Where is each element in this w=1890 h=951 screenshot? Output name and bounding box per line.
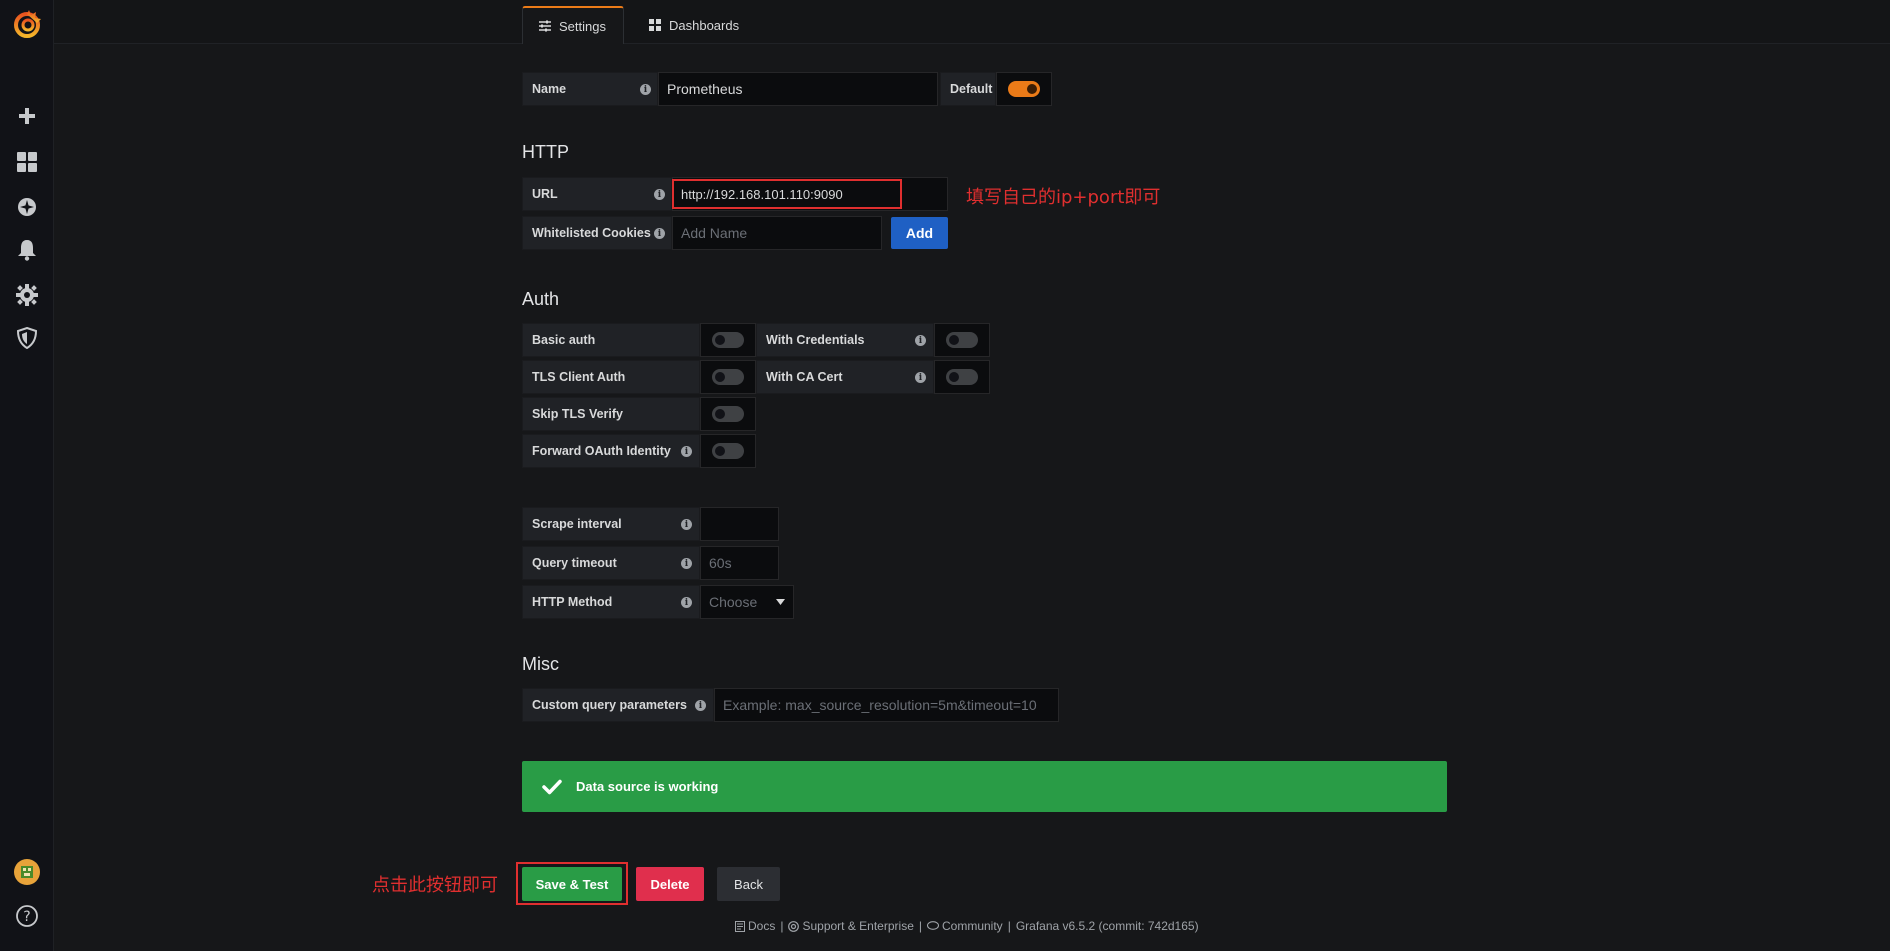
lifebuoy-icon [788, 920, 800, 932]
with-ca-cert-toggle[interactable] [934, 360, 990, 394]
url-label: URL [522, 177, 672, 211]
url-annotation: 填写自己的ip+port即可 [966, 187, 1161, 208]
help-icon[interactable]: ? [0, 899, 54, 933]
scrape-interval-label: Scrape interval [522, 507, 700, 541]
skip-tls-switch[interactable] [712, 406, 744, 422]
basic-auth-label: Basic auth [522, 323, 700, 357]
document-icon [735, 920, 745, 932]
tls-client-auth-switch[interactable] [712, 369, 744, 385]
shield-icon[interactable] [0, 321, 54, 355]
url-highlight-box [672, 179, 902, 209]
cookies-input[interactable]: Add Name [672, 216, 882, 250]
back-button[interactable]: Back [717, 867, 780, 901]
caret-down-icon [776, 599, 785, 605]
default-switch[interactable] [1008, 81, 1040, 97]
bell-icon[interactable] [0, 233, 54, 267]
custom-query-label: Custom query parameters [522, 688, 714, 722]
cookies-label: Whitelisted Cookies [522, 216, 672, 250]
tls-client-auth-label: TLS Client Auth [522, 360, 700, 394]
sidebar: ? [0, 0, 54, 951]
forward-oauth-label: Forward OAuth Identity [522, 434, 700, 468]
forward-oauth-toggle[interactable] [700, 434, 756, 468]
with-credentials-switch[interactable] [946, 332, 978, 348]
name-label: Name [522, 72, 658, 106]
misc-section-title: Misc [522, 654, 559, 674]
footer-community-link[interactable]: Community [927, 919, 1003, 933]
with-credentials-toggle[interactable] [934, 323, 990, 357]
tab-settings[interactable]: Settings [522, 6, 624, 44]
gear-icon[interactable] [0, 278, 54, 312]
info-icon: i [915, 372, 926, 383]
http-section-title: HTTP [522, 142, 569, 162]
with-ca-cert-switch[interactable] [946, 369, 978, 385]
add-cookie-button[interactable]: Add [891, 217, 948, 249]
skip-tls-label: Skip TLS Verify [522, 397, 700, 431]
svg-text:?: ? [23, 909, 30, 925]
custom-query-input[interactable]: Example: max_source_resolution=5m&timeou… [714, 688, 1059, 722]
name-input[interactable]: Prometheus [658, 72, 938, 106]
save-test-button[interactable]: Save & Test [522, 867, 622, 901]
plus-icon[interactable] [0, 99, 54, 133]
tab-settings-label: Settings [559, 18, 606, 34]
footer-version: Grafana v6.5.2 (commit: 742d165) [1015, 919, 1199, 933]
info-icon: i [915, 335, 926, 346]
info-icon: i [681, 597, 692, 608]
http-method-select[interactable]: Choose [700, 585, 794, 619]
forward-oauth-switch[interactable] [712, 443, 744, 459]
dashboards-icon[interactable] [0, 145, 54, 179]
scrape-interval-input[interactable] [700, 507, 779, 541]
tab-dashboards[interactable]: Dashboards [633, 6, 755, 44]
skip-tls-toggle[interactable] [700, 397, 756, 431]
grid-icon [649, 19, 661, 31]
basic-auth-toggle[interactable] [700, 323, 756, 357]
info-icon: i [681, 558, 692, 569]
save-annotation: 点击此按钮即可 [372, 875, 498, 896]
with-ca-cert-label: With CA Cert [756, 360, 934, 394]
explore-compass-icon[interactable] [0, 190, 54, 224]
check-icon [542, 779, 562, 794]
info-icon: i [681, 446, 692, 457]
footer-docs-link[interactable]: Docs [735, 919, 775, 933]
comments-icon [927, 921, 939, 930]
default-toggle[interactable] [996, 72, 1052, 106]
basic-auth-switch[interactable] [712, 332, 744, 348]
tab-dashboards-label: Dashboards [669, 17, 740, 33]
avatar[interactable] [0, 855, 54, 889]
query-timeout-label: Query timeout [522, 546, 700, 580]
info-icon: i [654, 189, 665, 200]
sliders-icon [539, 20, 551, 32]
delete-button[interactable]: Delete [636, 867, 704, 901]
info-icon: i [695, 700, 706, 711]
footer: Docs | Support & Enterprise | Community … [735, 919, 1199, 933]
http-method-label: HTTP Method [522, 585, 700, 619]
info-icon: i [681, 519, 692, 530]
default-label: Default [940, 72, 996, 106]
with-credentials-label: With Credentials [756, 323, 934, 357]
tls-client-auth-toggle[interactable] [700, 360, 756, 394]
footer-support-link[interactable]: Support & Enterprise [788, 919, 914, 933]
success-alert: Data source is working [522, 761, 1447, 812]
grafana-logo-icon[interactable] [0, 8, 54, 42]
info-icon: i [654, 228, 665, 239]
info-icon: i [640, 84, 651, 95]
page-header [54, 0, 1890, 44]
auth-section-title: Auth [522, 289, 560, 309]
query-timeout-input[interactable]: 60s [700, 546, 779, 580]
